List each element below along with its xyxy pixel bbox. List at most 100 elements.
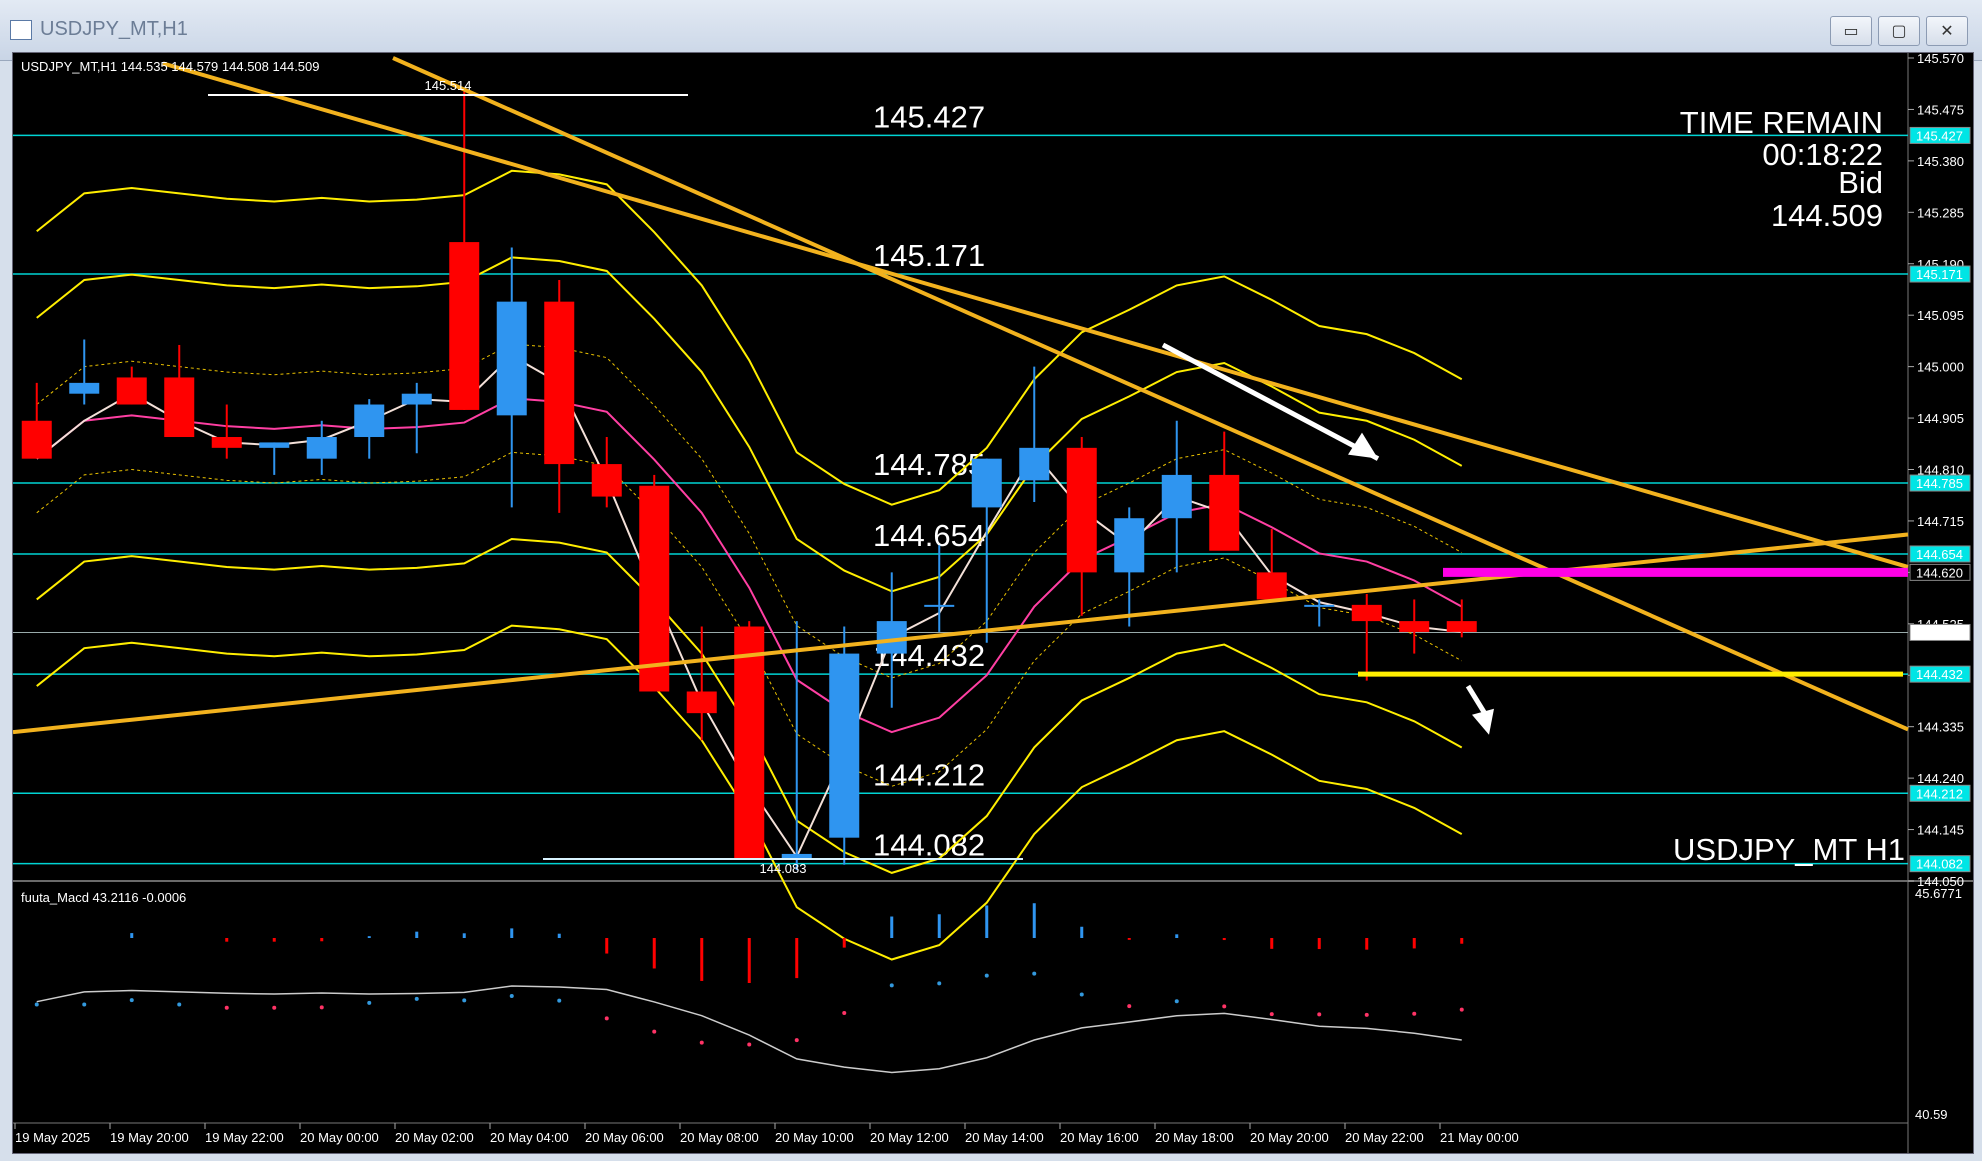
candle-body <box>164 377 195 438</box>
price-axis-label: 144.240 <box>1917 771 1964 786</box>
candle-body <box>1351 604 1382 622</box>
chart-canvas[interactable]: 145.427 145.171 144.785 144.654 144.432 144.2… <box>13 53 1973 1153</box>
minimize-button[interactable]: ▭ <box>1830 16 1872 46</box>
time-axis: 19 May 2025 19 May 20:00 19 May 22:00 20 Ma… <box>14 1123 1519 1145</box>
macd-signal-dot <box>177 1002 182 1007</box>
macd-signal-dot <box>557 998 562 1003</box>
candle-body <box>639 485 670 692</box>
time-axis-label: 20 May 20:00 <box>1250 1130 1329 1145</box>
price-axis: 145.570145.475145.380145.285145.190145.0… <box>1908 53 1971 889</box>
candle-body <box>449 242 480 410</box>
small-arrow-head-icon <box>1472 708 1494 735</box>
price-axis-label: 145.380 <box>1917 154 1964 169</box>
price-axis-label: 144.905 <box>1917 411 1964 426</box>
macd-signal-dot <box>319 1005 324 1010</box>
time-axis-label: 20 May 16:00 <box>1060 1130 1139 1145</box>
maximize-button[interactable]: ▢ <box>1878 16 1920 46</box>
macd-signal-dot <box>984 973 989 978</box>
time-axis-label: 20 May 00:00 <box>300 1130 379 1145</box>
macd-signal-dot <box>1317 1012 1322 1017</box>
resistance-trendline-upper <box>162 61 1909 569</box>
candle-body <box>1446 621 1477 632</box>
bid-label: Bid <box>1838 165 1883 200</box>
macd-signal-dot <box>34 1002 39 1007</box>
macd-signal-dot <box>604 1016 609 1021</box>
price-tag-label: 144.785 <box>1916 476 1963 491</box>
macd-signal-dot <box>937 981 942 986</box>
candlesticks <box>21 90 1477 871</box>
price-tag-label: 144.620 <box>1916 565 1963 580</box>
candle-body <box>354 404 385 438</box>
candle-body <box>259 442 290 448</box>
candle-body <box>21 420 52 459</box>
trendlines[interactable] <box>13 56 1909 735</box>
resistance-trendline-lower <box>392 56 1909 732</box>
chart-area[interactable]: 145.427 145.171 144.785 144.654 144.432 144.2… <box>12 52 1974 1154</box>
candle-body <box>211 437 242 448</box>
time-axis-label: 20 May 14:00 <box>965 1130 1044 1145</box>
macd-indicator <box>34 903 1464 1074</box>
price-axis-label: 145.095 <box>1917 308 1964 323</box>
candle-body <box>971 458 1002 508</box>
high-marker-label: 145.514 <box>425 78 472 93</box>
candle-body <box>876 621 907 654</box>
symbol-watermark: USDJPY_MT H1 <box>1673 832 1905 867</box>
price-tag-label: 144.212 <box>1916 786 1963 801</box>
candle-body <box>1399 621 1430 632</box>
macd-signal-dot <box>652 1029 657 1034</box>
price-axis-label: 144.335 <box>1917 720 1964 735</box>
macd-signal-dot <box>414 996 419 1001</box>
price-axis-label: 144.715 <box>1917 514 1964 529</box>
macd-signal-dot <box>1032 971 1037 976</box>
macd-signal-dot <box>1269 1012 1274 1017</box>
macd-line <box>36 985 1462 1074</box>
candle-body <box>1066 447 1097 573</box>
support-trendline <box>13 532 1909 735</box>
time-axis-label: 19 May 22:00 <box>205 1130 284 1145</box>
chart-window-icon <box>10 20 32 40</box>
macd-label: fuuta_Macd 43.2116 -0.0006 <box>21 890 186 905</box>
candle-body <box>496 301 527 416</box>
macd-axis-bottom: 40.59 <box>1915 1107 1948 1122</box>
time-axis-label: 19 May 2025 <box>15 1130 90 1145</box>
upper-band-inner <box>36 256 1463 593</box>
price-tag-label: 144.654 <box>1916 547 1963 562</box>
price-axis-label: 144.145 <box>1917 823 1964 838</box>
down-arrow-shaft <box>1161 342 1380 461</box>
macd-signal-dot <box>367 1000 372 1005</box>
price-axis-label: 145.570 <box>1917 53 1964 66</box>
chart-info-line: USDJPY_MT,H1 144.535 144.579 144.508 144… <box>21 59 320 74</box>
macd-signal-dot <box>129 998 134 1003</box>
candle-body <box>1019 447 1050 481</box>
macd-signal-dot <box>462 998 467 1003</box>
close-button[interactable]: ✕ <box>1926 16 1968 46</box>
price-tag-label: 144.082 <box>1916 857 1963 872</box>
price-tag-label: 145.171 <box>1916 267 1963 282</box>
candle-body <box>306 437 337 459</box>
level-label: 144.654 <box>873 518 985 553</box>
mt-chart-window: USDJPY_MT,H1 ▭ ▢ ✕ 145.427 145.171 144.785… <box>0 0 1982 1161</box>
macd-signal-dot <box>699 1040 704 1045</box>
window-title: USDJPY_MT,H1 <box>40 18 188 40</box>
candle-body <box>69 382 100 394</box>
macd-signal-dot <box>1079 992 1084 997</box>
candle-body <box>1304 604 1335 607</box>
macd-signal-dot <box>1412 1011 1417 1016</box>
candle-body <box>401 393 432 405</box>
time-axis-label: 21 May 00:00 <box>1440 1130 1519 1145</box>
macd-signal-dot <box>224 1005 229 1010</box>
candle-body <box>829 653 860 838</box>
macd-signal-dot <box>509 993 514 998</box>
upper-band-outer <box>36 169 1463 506</box>
macd-signal-dot <box>794 1038 799 1043</box>
level-label: 145.171 <box>873 238 985 273</box>
price-tag-label: 145.427 <box>1916 128 1963 143</box>
time-axis-label: 20 May 10:00 <box>775 1130 854 1145</box>
macd-signal-dot <box>747 1042 752 1047</box>
candle-body <box>1114 518 1145 573</box>
macd-signal-dot <box>272 1005 277 1010</box>
time-axis-label: 20 May 18:00 <box>1155 1130 1234 1145</box>
macd-signal-dot <box>1127 1004 1132 1009</box>
time-axis-label: 20 May 02:00 <box>395 1130 474 1145</box>
macd-signal-dot <box>1459 1007 1464 1012</box>
